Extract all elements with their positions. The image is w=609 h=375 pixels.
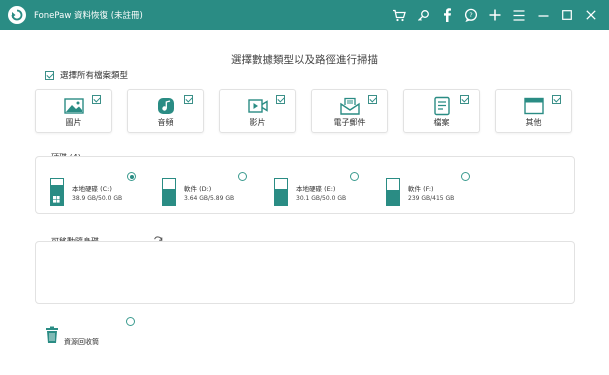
filetype-label: 電子郵件 — [333, 118, 366, 127]
drive-icon — [274, 178, 288, 206]
key-icon[interactable] — [411, 6, 435, 24]
filetype-checkbox[interactable] — [92, 95, 101, 104]
chat-icon[interactable]: ? — [459, 6, 483, 24]
drive-name: 本地硬碟 (E:) — [296, 185, 336, 193]
recycle-bin-label[interactable]: 資源回收筒 — [64, 337, 99, 347]
drive-item[interactable]: 本地硬碟 (C:) 38.9 GB/50.0 GB — [50, 176, 150, 212]
email-icon — [339, 96, 361, 116]
checkbox-icon[interactable] — [45, 70, 54, 80]
facebook-icon[interactable] — [435, 6, 459, 24]
video-icon — [247, 96, 269, 116]
drive-size: 3.64 GB/5.89 GB — [184, 195, 235, 202]
select-all-checkbox[interactable]: 選擇所有檔案類型 — [45, 69, 128, 81]
drive-item[interactable]: 軟件 (D:) 3.64 GB/5.89 GB — [162, 176, 262, 212]
removable-panel — [35, 241, 575, 304]
filetype-checkbox[interactable] — [460, 95, 469, 104]
drive-radio[interactable] — [127, 172, 136, 181]
close-icon[interactable] — [579, 6, 603, 24]
plus-icon[interactable] — [483, 6, 507, 24]
filetype-label: 影片 — [249, 118, 266, 127]
drive-name: 本地硬碟 (C:) — [72, 185, 112, 193]
document-icon — [431, 96, 453, 116]
filetype-checkbox[interactable] — [368, 95, 377, 104]
drive-radio[interactable] — [350, 172, 359, 181]
recycle-bin-radio[interactable] — [126, 317, 135, 326]
drive-icon — [50, 178, 64, 206]
drive-size: 38.9 GB/50.0 GB — [72, 195, 123, 202]
drive-name: 軟件 (D:) — [184, 185, 212, 193]
cart-icon[interactable] — [387, 6, 411, 24]
filetype-checkbox[interactable] — [184, 95, 193, 104]
trash-icon[interactable] — [45, 326, 59, 344]
filetype-checkbox[interactable] — [276, 95, 285, 104]
drive-item[interactable]: 本地硬碟 (E:) 30.1 GB/50.0 GB — [274, 176, 374, 212]
filetype-label: 其他 — [525, 118, 542, 127]
select-all-label: 選擇所有檔案類型 — [60, 71, 129, 81]
page-heading: 選擇數據類型以及路徑進行掃描 — [231, 54, 378, 66]
filetype-card-email[interactable]: 電子郵件 — [311, 89, 388, 133]
drive-size: 239 GB/415 GB — [408, 195, 455, 202]
filetype-card-document[interactable]: 檔案 — [403, 89, 480, 133]
other-icon — [523, 96, 545, 116]
drive-size: 30.1 GB/50.0 GB — [296, 195, 347, 202]
filetype-card-image[interactable]: 圖片 — [35, 89, 112, 133]
drive-icon — [162, 178, 176, 206]
app-logo-icon — [8, 6, 26, 24]
filetype-label: 音頻 — [157, 118, 174, 127]
menu-icon[interactable] — [507, 6, 531, 24]
filetype-card-other[interactable]: 其他 — [495, 89, 572, 133]
title-bar: FonePaw 資料恢復 (未註冊) ? — [0, 0, 609, 30]
filetype-label: 圖片 — [65, 118, 82, 127]
drive-item[interactable]: 軟件 (F:) 239 GB/415 GB — [386, 176, 486, 212]
drive-name: 軟件 (F:) — [408, 185, 434, 193]
app-title: FonePaw 資料恢復 (未註冊) — [34, 11, 143, 21]
audio-icon — [155, 96, 177, 116]
drive-icon — [386, 178, 400, 206]
filetype-label: 檔案 — [433, 118, 450, 127]
drive-radio[interactable] — [461, 172, 470, 181]
filetype-checkbox[interactable] — [552, 95, 561, 104]
maximize-icon[interactable] — [555, 6, 579, 24]
filetype-card-audio[interactable]: 音頻 — [127, 89, 204, 133]
drive-radio[interactable] — [238, 172, 247, 181]
svg-text:?: ? — [469, 11, 472, 19]
filetype-card-video[interactable]: 影片 — [219, 89, 296, 133]
image-icon — [63, 96, 85, 116]
minimize-icon[interactable] — [531, 6, 555, 24]
